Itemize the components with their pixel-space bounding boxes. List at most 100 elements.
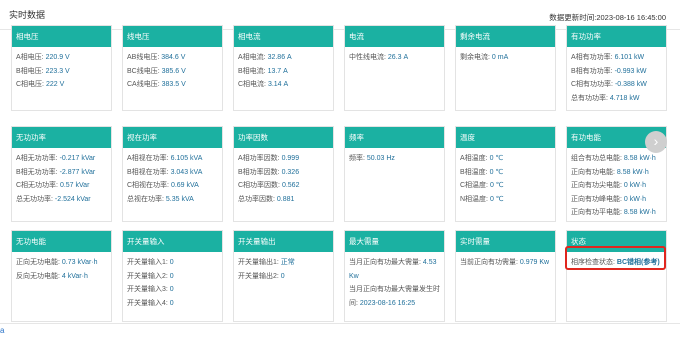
card-row-label: 正向有功平电能: bbox=[571, 209, 622, 216]
card-row: 反向无功电能: 4 kVar·h bbox=[16, 270, 107, 284]
card-body: 中性线电流: 26.3 A bbox=[345, 47, 444, 65]
card-row-label: A相电流: bbox=[238, 54, 266, 61]
data-card: 实时需量 当前正向有功需量: 0.979 Kw bbox=[455, 230, 556, 322]
card-title: 温度 bbox=[456, 127, 555, 148]
card-row-value: 0 kW·h bbox=[623, 195, 647, 203]
card-row-value: 0.881 bbox=[276, 195, 295, 203]
card-row-value: 13.7 A bbox=[267, 67, 288, 75]
card-row-value: 220.9 V bbox=[45, 54, 70, 61]
card-row: 频率: 50.03 Hz bbox=[349, 152, 440, 166]
card-row-value: 6.101 kW bbox=[614, 54, 645, 61]
card-row-value: 0.73 kVar·h bbox=[61, 259, 98, 266]
card-title: 开关量输入 bbox=[123, 231, 222, 252]
card-row: A相温度: 0 ℃ bbox=[460, 152, 551, 166]
card-title: 视在功率 bbox=[123, 127, 222, 148]
card-row-value: 384.6 V bbox=[161, 54, 186, 61]
card-row-value: 222 V bbox=[45, 81, 65, 88]
card-title: 剩余电流 bbox=[456, 26, 555, 47]
card-body: 当月正向有功最大需量: 4.53 Kw 当月正向有功最大需量发生时间: 2023-… bbox=[345, 252, 444, 310]
card-body: 开关量输入1: 0 开关量输入2: 0 开关量输入3: 0 开关量输入4: 0 bbox=[123, 252, 222, 310]
corner-link[interactable]: a bbox=[0, 326, 4, 335]
update-time: 数据更新时间:2023-08-16 16:45:00 bbox=[549, 12, 666, 23]
card-row-label: A相无功功率: bbox=[16, 155, 58, 162]
card-row-value: -0.388 kW bbox=[614, 81, 647, 88]
card-row: 总视在功率: 5.35 kVA bbox=[127, 193, 218, 207]
card-row-value: 0.57 kVar bbox=[59, 182, 90, 189]
data-card: 状态 相序检查状态: BC错相(参考) bbox=[566, 230, 667, 322]
card-title: 最大需量 bbox=[345, 231, 444, 252]
card-row: B相无功功率: -2.877 kVar bbox=[16, 166, 107, 180]
card-row-label: 剩余电流: bbox=[460, 54, 490, 61]
card-row-label: B相温度: bbox=[460, 168, 488, 176]
card-row-label: C相视在功率: bbox=[127, 182, 169, 189]
card-row-label: 总功率因数: bbox=[238, 195, 275, 203]
card-row: 当月正向有功最大需量发生时间: 2023-08-16 16:25 bbox=[349, 283, 440, 310]
card-row: B相电压: 223.3 V bbox=[16, 65, 107, 79]
card-row-label: 当月正向有功最大需量: bbox=[349, 259, 421, 266]
card-row-label: 开关量输出2: bbox=[238, 272, 279, 280]
data-card: 功率因数 A相功率因数: 0.999 B相功率因数: 0.326 C相功率因数: 0.… bbox=[233, 126, 334, 222]
card-row: C相温度: 0 ℃ bbox=[460, 179, 551, 193]
card-body: 当前正向有功需量: 0.979 Kw bbox=[456, 252, 555, 270]
card-row-value: 50.03 Hz bbox=[366, 155, 395, 162]
card-row-label: BC线电压: bbox=[127, 67, 160, 75]
card-row-label: 反向无功电能: bbox=[16, 272, 60, 280]
card-body: A相有功功率: 6.101 kW B相有功功率: -0.993 kW C相有功功率:… bbox=[567, 47, 666, 105]
card-title: 相电流 bbox=[234, 26, 333, 47]
card-row-value: 223.3 V bbox=[45, 67, 70, 75]
card-row: 正向有功谷电能: 0 kW·h bbox=[571, 220, 662, 222]
card-row: 中性线电流: 26.3 A bbox=[349, 51, 440, 65]
card-row-value: 0.999 bbox=[281, 155, 300, 162]
card-row-label: 正向有功电能: bbox=[571, 168, 615, 176]
page-title: 实时数据 bbox=[9, 10, 46, 20]
card-row: 开关量输出1: 正常 bbox=[238, 256, 329, 270]
data-card: 开关量输入 开关量输入1: 0 开关量输入2: 0 开关量输入3: 0 开关量输入4: … bbox=[122, 230, 223, 322]
card-row-label: 总有功功率: bbox=[571, 94, 608, 102]
card-row-label: C相有功功率: bbox=[571, 81, 613, 88]
card-row: 正向无功电能: 0.73 kVar·h bbox=[16, 256, 107, 270]
card-row-label: 正向有功峰电能: bbox=[571, 195, 622, 203]
update-time-value: 2023-08-16 16:45:00 bbox=[596, 13, 666, 22]
card-row-value: 0.979 Kw bbox=[519, 259, 550, 266]
card-row-value: 0 bbox=[169, 286, 174, 293]
data-card: 无功电能 正向无功电能: 0.73 kVar·h 反向无功电能: 4 kVar·h bbox=[11, 230, 112, 322]
card-row: A相视在功率: 6.105 kVA bbox=[127, 152, 218, 166]
next-page-button[interactable]: › bbox=[645, 131, 667, 153]
card-row-value: 8.58 kW·h bbox=[623, 155, 656, 162]
card-row: 当前正向有功需量: 0.979 Kw bbox=[460, 256, 551, 270]
data-card: 开关量输出 开关量输出1: 正常 开关量输出2: 0 bbox=[233, 230, 334, 322]
card-row-value: 0 ℃ bbox=[489, 182, 504, 189]
card-row: A相功率因数: 0.999 bbox=[238, 152, 329, 166]
card-row-label: C相无功功率: bbox=[16, 182, 58, 189]
card-row: B相视在功率: 3.043 kVA bbox=[127, 166, 218, 180]
card-row-label: B相视在功率: bbox=[127, 168, 169, 176]
card-row: C相有功功率: -0.388 kW bbox=[571, 78, 662, 92]
card-row-value: 5.35 kVA bbox=[165, 195, 194, 203]
card-row-label: N相温度: bbox=[460, 195, 488, 203]
card-row-label: 组合有功总电能: bbox=[571, 155, 622, 162]
card-row-value: 0 ℃ bbox=[489, 195, 504, 203]
card-row-label: B相功率因数: bbox=[238, 168, 280, 176]
card-row-label: B相有功功率: bbox=[571, 67, 613, 75]
card-row: A相无功功率: -0.217 kVar bbox=[16, 152, 107, 166]
card-row-value: 3.043 kVA bbox=[170, 168, 203, 176]
card-row-label: 总视在功率: bbox=[127, 195, 164, 203]
card-row-label: 正向无功电能: bbox=[16, 259, 60, 266]
card-row-value: 0 mA bbox=[491, 54, 509, 61]
card-row-value: 0.562 bbox=[281, 182, 300, 189]
card-row: 总功率因数: 0.881 bbox=[238, 193, 329, 207]
card-row-label: A相电压: bbox=[16, 54, 44, 61]
card-body: 开关量输出1: 正常 开关量输出2: 0 bbox=[234, 252, 333, 283]
card-row: C相无功功率: 0.57 kVar bbox=[16, 179, 107, 193]
card-body: 组合有功总电能: 8.58 kW·h 正向有功电能: 8.58 kW·h 正向有功尖… bbox=[567, 148, 666, 222]
card-row-value: 6.105 kVA bbox=[170, 155, 203, 162]
card-row: A相电流: 32.86 A bbox=[238, 51, 329, 65]
card-title: 频率 bbox=[345, 127, 444, 148]
card-row: C相功率因数: 0.562 bbox=[238, 179, 329, 193]
card-title: 开关量输出 bbox=[234, 231, 333, 252]
card-row-label: AB线电压: bbox=[127, 54, 160, 61]
card-row: B相温度: 0 ℃ bbox=[460, 166, 551, 180]
card-row-label: CA线电压: bbox=[127, 81, 160, 88]
card-row: C相电压: 222 V bbox=[16, 78, 107, 92]
data-card: 电流 中性线电流: 26.3 A bbox=[344, 25, 445, 111]
